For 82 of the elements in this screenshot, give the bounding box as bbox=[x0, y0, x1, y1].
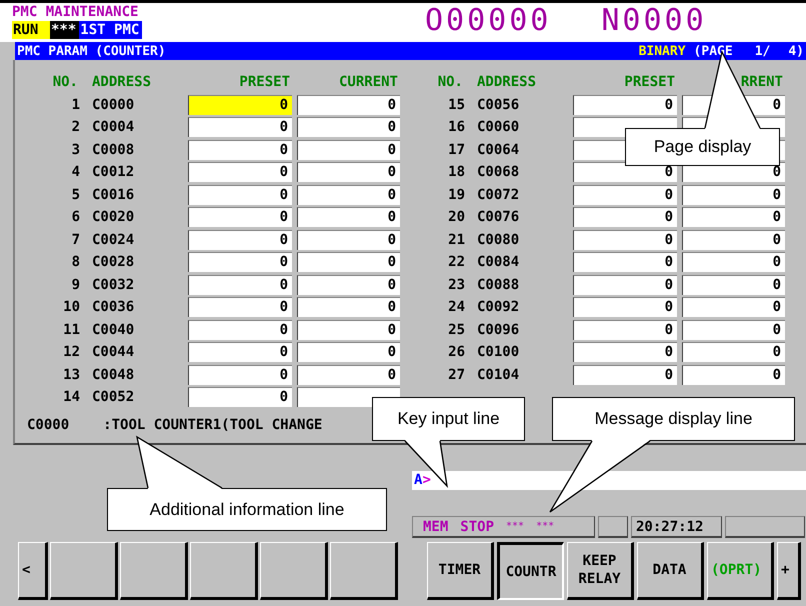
address-cell-text: C0020 bbox=[91, 209, 136, 225]
address-cell-text: C0024 bbox=[91, 232, 136, 248]
row-number: 8 bbox=[70, 254, 80, 270]
row-number: 19 bbox=[447, 186, 465, 202]
address-cell-text: C0072 bbox=[476, 186, 520, 202]
screen-subtitle: PMC PARAM (COUNTER) bbox=[17, 44, 167, 58]
status-indicator: 1ST PMC bbox=[79, 21, 142, 39]
address-cell-text: C0004 bbox=[91, 119, 136, 135]
row-number: 1 bbox=[70, 96, 80, 112]
address-cell-text: C0104 bbox=[476, 366, 520, 382]
address-cell-text: C0012 bbox=[91, 164, 136, 180]
row-number: 9 bbox=[70, 276, 80, 292]
row-number: 3 bbox=[70, 142, 80, 158]
address-cell-text: C0008 bbox=[91, 142, 136, 158]
address-cell-text: C0016 bbox=[91, 186, 136, 202]
row-number: 13 bbox=[62, 366, 80, 382]
address-cell-text: C0088 bbox=[476, 276, 520, 292]
row-number: 27 bbox=[447, 366, 465, 382]
row-number: 25 bbox=[447, 322, 465, 338]
row-number: 16 bbox=[447, 119, 465, 135]
display-mode: BINARY bbox=[638, 44, 686, 58]
sequence-number: N0000 bbox=[601, 3, 707, 40]
address-cell-text: C0036 bbox=[91, 299, 136, 315]
alarm-status: *** bbox=[506, 521, 524, 532]
address-cell-text: C0080 bbox=[476, 232, 520, 248]
clock: 20:27:12 bbox=[631, 516, 722, 538]
address-cell-text: C0068 bbox=[476, 164, 520, 180]
address-cell-text: C0032 bbox=[91, 276, 136, 292]
callout-tooltip: Page display bbox=[625, 128, 780, 166]
mode-status: MEM bbox=[423, 518, 448, 534]
row-number: 26 bbox=[447, 344, 465, 360]
address-cell-text: C0060 bbox=[476, 119, 520, 135]
run-status: STOP bbox=[460, 518, 494, 534]
row-number: 5 bbox=[70, 186, 80, 202]
address-cell-text: C0056 bbox=[476, 96, 520, 112]
row-number: 2 bbox=[70, 119, 80, 135]
address-cell-text: C0092 bbox=[476, 299, 520, 315]
row-number: 11 bbox=[62, 322, 80, 338]
page-label: (PAGE bbox=[694, 44, 733, 58]
column-header: ADDRESS bbox=[476, 74, 538, 90]
row-number: 22 bbox=[447, 254, 465, 270]
page-total: 4) bbox=[788, 44, 804, 58]
address-cell-text: C0064 bbox=[476, 142, 520, 158]
column-header: ADDRESS bbox=[91, 74, 152, 90]
address-cell-text: C0040 bbox=[91, 322, 136, 338]
address-cell-text: C0048 bbox=[91, 366, 136, 382]
row-number: 15 bbox=[447, 96, 465, 112]
row-number: 10 bbox=[62, 299, 80, 315]
program-number: O00000 bbox=[425, 3, 552, 40]
row-number: 18 bbox=[447, 164, 465, 180]
screen-title: PMC MAINTENANCE bbox=[12, 4, 140, 20]
row-number: 6 bbox=[70, 209, 80, 225]
row-number: 4 bbox=[70, 164, 80, 180]
address-cell-text: C0052 bbox=[91, 389, 136, 405]
row-number: 12 bbox=[62, 344, 80, 360]
address-cell-text: C0100 bbox=[476, 344, 520, 360]
address-cell-text: C0096 bbox=[476, 322, 520, 338]
row-number: 14 bbox=[62, 389, 80, 405]
callout-tooltip: Message display line bbox=[552, 397, 795, 441]
info-address: C0000 bbox=[27, 417, 70, 433]
row-number: 20 bbox=[447, 209, 465, 225]
column-header: RRENT bbox=[740, 74, 784, 90]
row-number: 7 bbox=[70, 232, 80, 248]
row-number: 23 bbox=[447, 276, 465, 292]
row-number: 24 bbox=[447, 299, 465, 315]
address-cell-text: C0044 bbox=[91, 344, 136, 360]
emergency-status: *** bbox=[536, 521, 554, 532]
column-header: NO. bbox=[436, 74, 464, 90]
status-indicator: RUN bbox=[12, 21, 50, 39]
column-header: CURRENT bbox=[338, 74, 399, 90]
address-cell-text: C0076 bbox=[476, 209, 520, 225]
column-header: PRESET bbox=[238, 74, 291, 90]
info-text: :TOOL COUNTER1(TOOL CHANGE bbox=[103, 417, 322, 433]
address-cell-text: C0084 bbox=[476, 254, 520, 270]
column-header: PRESET bbox=[623, 74, 676, 90]
address-cell-text: C0028 bbox=[91, 254, 136, 270]
row-number: 21 bbox=[447, 232, 465, 248]
column-header: NO. bbox=[52, 74, 79, 90]
address-cell-text: C0000 bbox=[91, 96, 136, 112]
row-number: 17 bbox=[447, 142, 465, 158]
page-number: 1/ bbox=[754, 44, 770, 58]
status-indicator: *** bbox=[50, 21, 80, 39]
